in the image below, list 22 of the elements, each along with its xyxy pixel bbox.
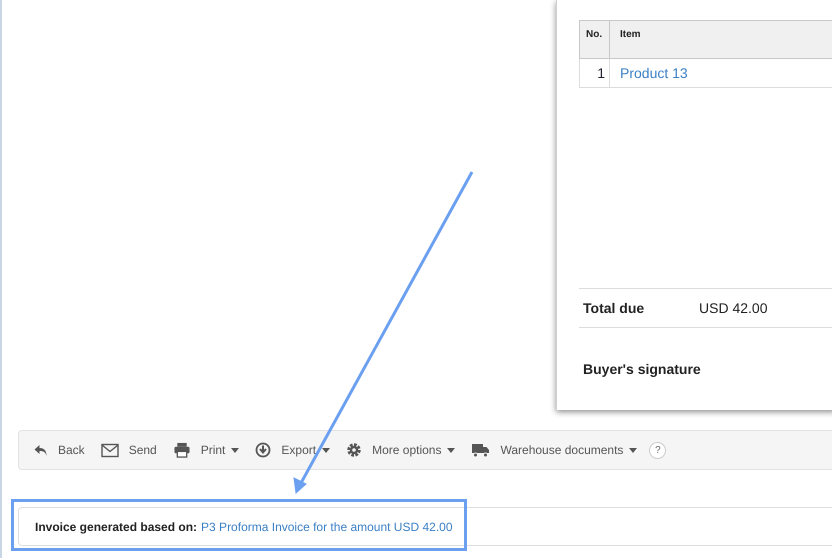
row-number: 1 xyxy=(597,64,605,80)
truck-icon xyxy=(471,442,490,458)
toolbar-button[interactable]: Send xyxy=(100,441,157,459)
printer-icon xyxy=(172,442,191,458)
envelope-icon xyxy=(100,442,119,458)
info-label: Invoice generated based on: xyxy=(35,518,198,536)
settings-icon xyxy=(346,442,362,458)
toolbar-button[interactable]: More options xyxy=(346,441,456,459)
toolbar-button[interactable]: Export xyxy=(255,441,330,459)
total-value: USD 42.00 xyxy=(699,298,768,318)
help-button[interactable]: ? xyxy=(649,442,666,458)
column-header: No. xyxy=(586,29,602,40)
column-header: Item xyxy=(620,29,641,40)
total-label: Total due xyxy=(582,298,646,318)
toolbar-button[interactable]: Warehouse documents xyxy=(471,441,638,459)
item-link[interactable]: Product 13 xyxy=(620,64,688,80)
source-document-link[interactable]: P3 Proforma Invoice for the amount USD 42.00 xyxy=(201,518,453,536)
toolbar-button[interactable]: Print xyxy=(172,441,240,459)
toolbar-button[interactable]: Back xyxy=(33,441,85,459)
download-icon xyxy=(255,442,272,458)
signature-label: Buyer's signature xyxy=(583,361,701,377)
back-icon xyxy=(33,443,48,457)
